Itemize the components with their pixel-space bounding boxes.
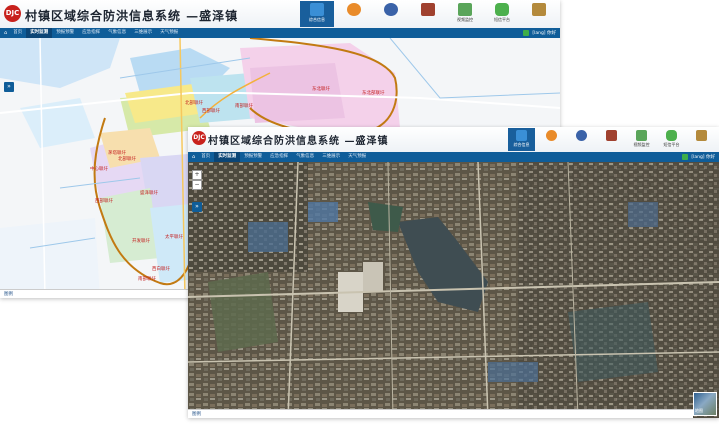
- map-label: 中心联圩: [90, 167, 108, 172]
- minimap-label: 地图: [695, 408, 703, 413]
- map-label: 开发联圩: [132, 239, 150, 244]
- tab-emergency[interactable]: 应急指挥: [78, 28, 104, 38]
- tab-weather-forecast[interactable]: 天气预报: [344, 152, 370, 162]
- basemap-toggle-thumbnail[interactable]: 地图: [693, 392, 717, 416]
- nav-bar: ⌂ 首页 实时监测 预报预警 应急指挥 气象信息 三维展示 天气预报 [lang…: [188, 152, 719, 162]
- map-label: 西白联圩: [152, 267, 170, 272]
- books-icon: [421, 3, 435, 16]
- tab-home[interactable]: 首页: [9, 28, 26, 38]
- user-greeting: [lang] 你好: [691, 155, 715, 160]
- app-logo: DJC: [4, 5, 21, 22]
- nav-user-area: [lang] 你好: [682, 154, 715, 160]
- user-greeting: [lang] 你好: [532, 31, 556, 36]
- map-label: 北部联圩: [185, 101, 203, 106]
- module-3[interactable]: [374, 1, 408, 27]
- tab-weather-forecast[interactable]: 天气预报: [156, 28, 182, 38]
- module-comprehensive-info[interactable]: 综合信息: [508, 128, 535, 151]
- tab-emergency[interactable]: 应急指挥: [266, 152, 292, 162]
- map-label: 盛泽联圩: [140, 191, 158, 196]
- module-7[interactable]: [688, 128, 715, 151]
- status-icon: [682, 154, 689, 160]
- chat-icon: [666, 130, 677, 141]
- tab-weather-info[interactable]: 气象信息: [292, 152, 318, 162]
- tab-weather-info[interactable]: 气象信息: [104, 28, 130, 38]
- zoom-in-button[interactable]: +: [192, 170, 202, 180]
- map-book-icon: [516, 130, 527, 141]
- nav-bar: ⌂ 首页 实时监测 预报预警 应急指挥 气象信息 三维展示 天气预报 [lang…: [0, 28, 560, 38]
- legend-toggle[interactable]: 图例: [192, 411, 201, 417]
- satellite-map[interactable]: » + − 地图 图例: [188, 162, 719, 418]
- satellite-map-canvas[interactable]: [188, 162, 719, 418]
- module-2[interactable]: [538, 128, 565, 151]
- tab-realtime[interactable]: 实时监测: [214, 152, 241, 162]
- map-label: 东北部联圩: [362, 91, 385, 96]
- expand-panel-button[interactable]: »: [4, 82, 14, 92]
- module-comprehensive-info[interactable]: 综合信息: [300, 1, 334, 27]
- zoom-out-button[interactable]: −: [192, 180, 202, 190]
- app-title: 村镇区域综合防洪信息系统 —盛泽镇: [208, 136, 389, 147]
- nav-user-area: [lang] 你好: [523, 30, 556, 36]
- monitor-icon: [458, 3, 472, 16]
- tab-3d[interactable]: 三维展示: [130, 28, 156, 38]
- title-bar: DJC 村镇区域综合防洪信息系统 —盛泽镇 综合信息 视频监控 短信平台: [0, 0, 560, 29]
- map-label: 西部联圩: [202, 109, 220, 114]
- tab-realtime[interactable]: 实时监测: [26, 28, 53, 38]
- home-icon[interactable]: ⌂: [4, 30, 7, 36]
- module-toolbar: 综合信息 视频监控 短信平台: [508, 128, 715, 151]
- map-label: 西部联圩: [95, 199, 113, 204]
- module-4[interactable]: [411, 1, 445, 27]
- tab-forecast[interactable]: 预报预警: [52, 28, 78, 38]
- map-label: 南部联圩: [235, 104, 253, 109]
- module-4[interactable]: [598, 128, 625, 151]
- app-title: 村镇区域综合防洪信息系统 —盛泽镇: [25, 9, 239, 23]
- user-blue-icon: [384, 3, 398, 16]
- monitor-icon: [636, 130, 647, 141]
- user-blue-icon: [576, 130, 587, 141]
- home-icon[interactable]: ⌂: [192, 154, 195, 160]
- legend-toggle[interactable]: 图例: [4, 291, 13, 297]
- document-icon: [532, 3, 546, 16]
- front-window: DJC 村镇区域综合防洪信息系统 —盛泽镇 综合信息 视频监控 短信平台 ⌂ 首…: [188, 127, 719, 418]
- user-orange-icon: [347, 3, 361, 16]
- app-logo: DJC: [192, 131, 206, 145]
- status-icon: [523, 30, 530, 36]
- status-bar: 图例: [188, 409, 693, 418]
- chat-icon: [495, 3, 509, 16]
- user-orange-icon: [546, 130, 557, 141]
- module-video[interactable]: 视频监控: [628, 128, 655, 151]
- map-label: 北部联圩: [118, 157, 136, 162]
- map-label: 东北联圩: [312, 87, 330, 92]
- tab-home[interactable]: 首页: [197, 152, 214, 162]
- tab-3d[interactable]: 三维展示: [318, 152, 344, 162]
- document-icon: [696, 130, 707, 141]
- module-video[interactable]: 视频监控: [448, 1, 482, 27]
- module-2[interactable]: [337, 1, 371, 27]
- books-icon: [606, 130, 617, 141]
- module-7[interactable]: [522, 1, 556, 27]
- tab-forecast[interactable]: 预报预警: [240, 152, 266, 162]
- title-bar: DJC 村镇区域综合防洪信息系统 —盛泽镇 综合信息 视频监控 短信平台: [188, 127, 719, 153]
- module-toolbar: 综合信息 视频监控 短信平台: [300, 1, 556, 27]
- map-label: 太平联圩: [165, 235, 183, 240]
- map-book-icon: [310, 3, 324, 16]
- module-sms[interactable]: 短信平台: [658, 128, 685, 151]
- map-label: 南部联圩: [138, 277, 156, 282]
- module-3[interactable]: [568, 128, 595, 151]
- module-sms[interactable]: 短信平台: [485, 1, 519, 27]
- expand-panel-button[interactable]: »: [192, 202, 202, 212]
